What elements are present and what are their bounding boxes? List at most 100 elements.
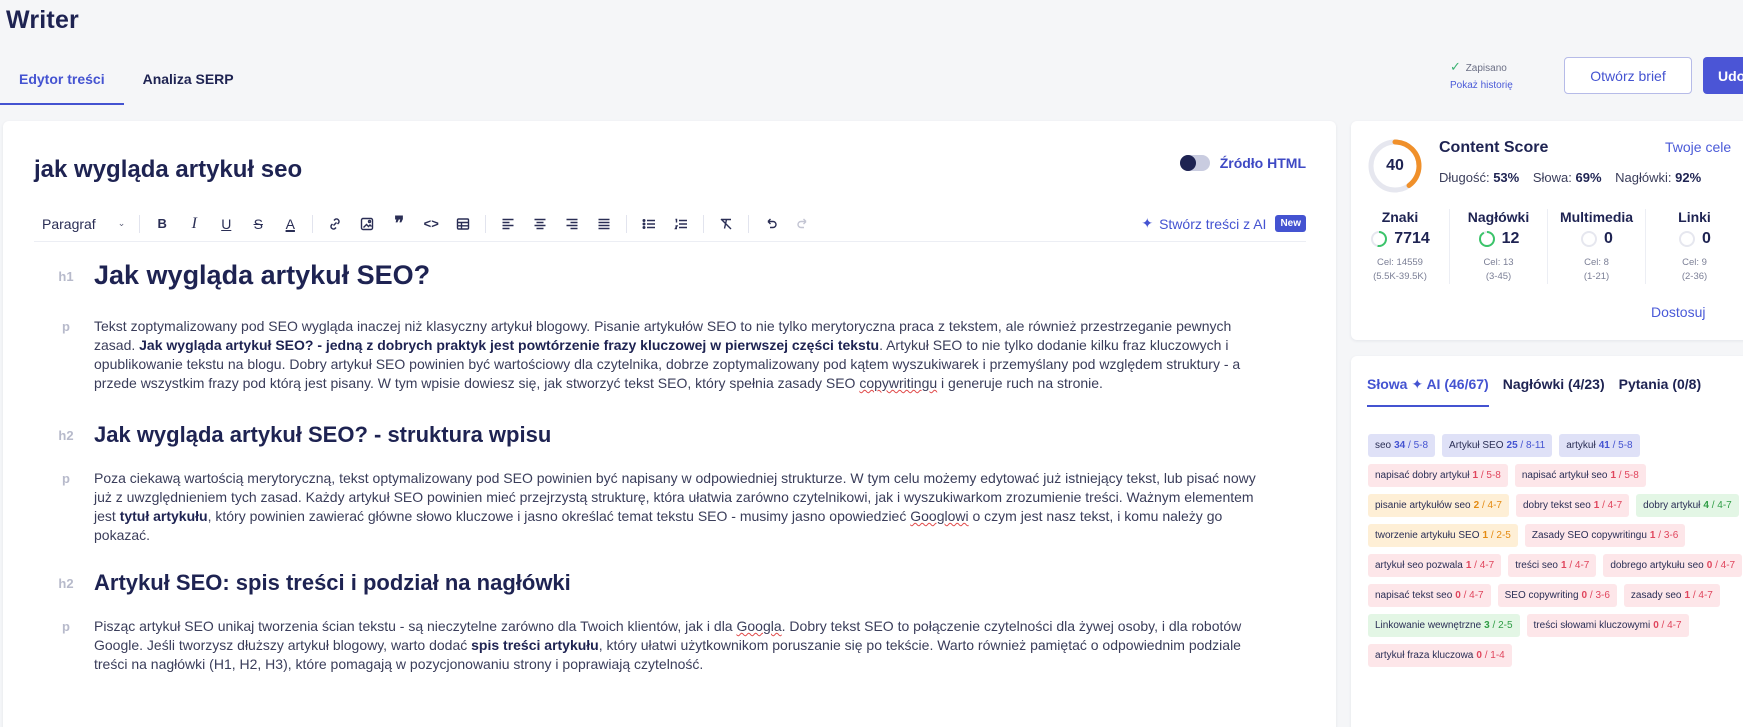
block-h2[interactable]: h2 Jak wygląda artykuł SEO? - struktura … (58, 422, 1271, 448)
clear-format-button[interactable] (710, 210, 742, 238)
keyword-chip[interactable]: napisać tekst seo 0 / 4-7 (1368, 584, 1491, 607)
adjust-link[interactable]: Dostosuj (1651, 304, 1705, 320)
block-paragraph[interactable]: p Tekst zoptymalizowany pod SEO wygląda … (62, 317, 1271, 393)
underline-button[interactable]: U (210, 210, 242, 238)
keyword-chip[interactable]: napisać dobry artykuł 1 / 5-8 (1368, 464, 1508, 487)
keyword-range: / 1-4 (1481, 650, 1505, 661)
keyword-chip[interactable]: dobry tekst seo 1 / 4-7 (1515, 494, 1630, 517)
block-paragraph[interactable]: p Poza ciekawą wartością merytoryczną, t… (62, 469, 1271, 545)
keyword-count: 34 (1394, 440, 1406, 451)
toggle-switch[interactable] (1179, 155, 1210, 171)
keyword-range: / 5-8 (1405, 440, 1429, 451)
block-tag: p (62, 319, 70, 334)
stat-goal-text: Cel: 9 (1682, 257, 1707, 268)
paragraph[interactable]: Poza ciekawą wartością merytoryczną, tek… (94, 469, 1271, 545)
ai-button-label: Stwórz treści z AI (1159, 215, 1267, 232)
progress-ring-icon (1371, 231, 1388, 247)
strikethrough-button[interactable]: S (242, 210, 274, 238)
show-history-link[interactable]: Pokaż historię (1450, 80, 1570, 91)
keywords-panel: Słowa ✦ AI (46/67) Nagłówki (4/23) Pytan… (1351, 356, 1743, 727)
keyword-chip[interactable]: artykuł fraza kluczowa 0 / 1-4 (1368, 644, 1512, 667)
editor-panel: jak wygląda artykuł seo Źródło HTML Para… (3, 121, 1336, 727)
misspelled-word[interactable]: Googla (736, 618, 781, 634)
link-button[interactable] (319, 210, 351, 238)
keyword-text: artykuł seo pozwala (1375, 560, 1463, 571)
code-button[interactable]: <> (415, 210, 447, 238)
undo-icon (767, 218, 777, 228)
html-source-toggle[interactable]: Źródło HTML (1179, 155, 1306, 171)
undo-button[interactable] (755, 210, 787, 238)
misspelled-word[interactable]: copywritingu (859, 375, 937, 391)
keyword-chip[interactable]: pisanie artykułów seo 2 / 4-7 (1368, 494, 1509, 517)
redo-button[interactable] (787, 210, 819, 238)
tab-serp-analysis[interactable]: Analiza SERP (124, 60, 253, 105)
block-tag: p (62, 619, 70, 634)
paragraph[interactable]: Pisząc artykuł SEO unikaj tworzenia ścia… (94, 617, 1271, 674)
image-button[interactable] (351, 210, 383, 238)
align-justify-button[interactable] (588, 210, 620, 238)
bullet-list-button[interactable] (633, 210, 665, 238)
keyword-chip[interactable]: zasady seo 1 / 4-7 (1623, 584, 1720, 607)
quote-button[interactable]: ❞ (383, 210, 415, 238)
keyword-text: dobry tekst seo (1522, 500, 1591, 511)
paragraph-text: i generuje ruch na stronie. (937, 375, 1103, 391)
tab-questions[interactable]: Pytania (0/8) (1619, 376, 1701, 407)
table-button[interactable] (447, 210, 479, 238)
align-left-icon (502, 218, 514, 229)
share-button[interactable]: Udostępnij (1703, 57, 1743, 94)
paragraph[interactable]: Tekst zoptymalizowany pod SEO wygląda in… (94, 317, 1271, 393)
keyword-chip[interactable]: treści słowami kluczowymi 0 / 4-7 (1526, 614, 1689, 637)
keyword-chip[interactable]: dobry artykuł 4 / 4-7 (1636, 494, 1739, 517)
keyword-text: SEO copywriting (1504, 590, 1579, 601)
keyword-chip[interactable]: dobrego artykułu seo 0 / 4-7 (1603, 554, 1743, 577)
keyword-chip[interactable]: artykuł seo pozwala 1 / 4-7 (1368, 554, 1502, 577)
paragraph-style-select[interactable]: Paragraf ⌄ (34, 210, 133, 238)
keyword-chip[interactable]: napisać artykuł seo 1 / 5-8 (1514, 464, 1646, 487)
open-brief-button[interactable]: Otwórz brief (1564, 57, 1692, 94)
align-right-button[interactable] (556, 210, 588, 238)
quote-icon: ❞ (394, 213, 405, 233)
toolbar-divider (312, 214, 314, 233)
align-left-button[interactable] (492, 210, 524, 238)
keyword-chip[interactable]: Zasady SEO copywritingu 1 / 3-6 (1524, 524, 1686, 547)
numbered-list-button[interactable] (665, 210, 697, 238)
block-tag: h2 (58, 576, 74, 591)
keyword-chip[interactable]: SEO copywriting 0 / 3-6 (1497, 584, 1617, 607)
editor-content[interactable]: h1 Jak wygląda artykuł SEO? p Tekst zopt… (3, 246, 1336, 727)
block-paragraph[interactable]: p Pisząc artykuł SEO unikaj tworzenia śc… (62, 617, 1271, 674)
bold-button[interactable]: B (146, 210, 178, 238)
italic-button[interactable]: I (178, 210, 210, 238)
bold-text: spis treści artykułu (471, 637, 599, 653)
heading-1[interactable]: Jak wygląda artykuł SEO? (94, 260, 1271, 291)
tab-ai-words[interactable]: Słowa ✦ AI (46/67) (1367, 376, 1489, 407)
stat-value-row: 0 (1548, 230, 1645, 248)
keyword-chip[interactable]: seo 34 / 5-8 (1368, 434, 1436, 457)
stat-goal: Cel: 8 (1-21) (1548, 256, 1645, 284)
heading-2[interactable]: Jak wygląda artykuł SEO? - struktura wpi… (94, 422, 1271, 448)
bold-icon: B (157, 216, 167, 231)
paragraph-text: , który powinien zawierać główne słowo k… (207, 508, 911, 524)
metric-headings-label: Nagłówki: (1615, 170, 1672, 185)
create-ai-content-button[interactable]: ✦ Stwórz treści z AI New (1141, 215, 1306, 232)
tab-headings[interactable]: Nagłówki (4/23) (1503, 376, 1605, 407)
block-h1[interactable]: h1 Jak wygląda artykuł SEO? (58, 260, 1271, 291)
keyword-chip[interactable]: Linkowanie wewnętrzne 3 / 2-5 (1368, 614, 1520, 637)
align-center-button[interactable] (524, 210, 556, 238)
stat-value: 0 (1604, 230, 1613, 247)
main-tabs: Edytor treści Analiza SERP (0, 60, 253, 105)
text-color-button[interactable]: A (274, 210, 306, 238)
document-title[interactable]: jak wygląda artykuł seo (34, 156, 302, 184)
heading-2[interactable]: Artykuł SEO: spis treści i podział na na… (94, 570, 1271, 596)
tab-content-editor[interactable]: Edytor treści (0, 60, 124, 105)
block-h2[interactable]: h2 Artykuł SEO: spis treści i podział na… (58, 570, 1271, 596)
keyword-chip[interactable]: treści seo 1 / 4-7 (1508, 554, 1597, 577)
keyword-chip[interactable]: tworzenie artykułu SEO 1 / 2-5 (1368, 524, 1518, 547)
keyword-chip[interactable]: artykuł 41 / 5-8 (1559, 434, 1640, 457)
keyword-range: / 3-6 (1587, 590, 1610, 601)
misspelled-word[interactable]: Googlowi (910, 508, 968, 524)
numbered-list-icon (674, 218, 688, 229)
stat-value-row: 7714 (1351, 230, 1449, 248)
keyword-chip[interactable]: Artykuł SEO 25 / 8-11 (1442, 434, 1553, 457)
keyword-range: / 5-8 (1478, 470, 1501, 481)
your-goals-link[interactable]: Twoje cele (1665, 139, 1731, 155)
